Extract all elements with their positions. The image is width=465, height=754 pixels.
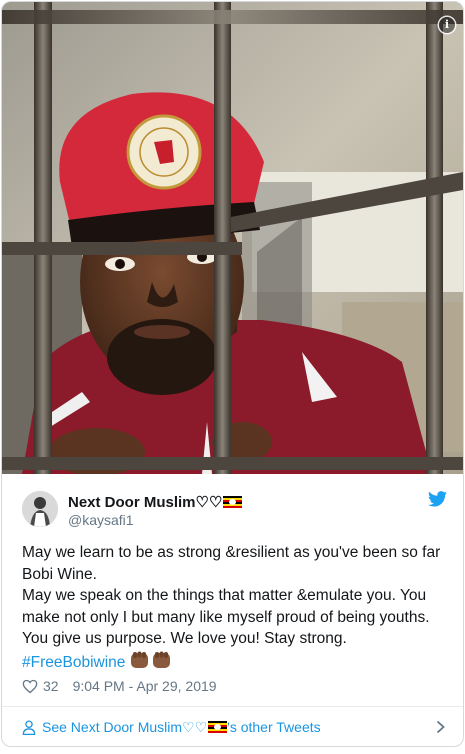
tweet-body: May we learn to be as strong &resilient … <box>22 544 441 648</box>
raised-fists-icon <box>131 651 171 668</box>
divider <box>2 706 463 707</box>
avatar[interactable] <box>22 491 58 527</box>
tweet-meta: 32 9:04 PM - Apr 29, 2019 <box>22 678 217 694</box>
display-name-text: Next Door Muslim♡♡ <box>68 494 223 511</box>
info-icon[interactable]: i <box>439 17 455 33</box>
twitter-bird-icon[interactable] <box>428 491 447 507</box>
uganda-flag-icon <box>223 496 243 508</box>
tweet-text: May we learn to be as strong &resilient … <box>22 542 447 674</box>
tweet-header: Next Door Muslim♡♡ @kaysafi1 <box>22 489 447 531</box>
tweet-photo[interactable]: i <box>2 2 463 474</box>
uganda-flag-icon <box>208 721 228 733</box>
hashtag-link[interactable]: #FreeBobiwine <box>22 654 125 671</box>
see-other-tweets-link[interactable]: See Next Door Muslim♡♡ 's other Tweets <box>22 716 447 738</box>
tweet-timestamp[interactable]: 9:04 PM - Apr 29, 2019 <box>73 678 217 694</box>
user-handle[interactable]: @kaysafi1 <box>68 512 134 528</box>
chevron-right-icon[interactable] <box>436 720 445 734</box>
embedded-tweet-card: i Next Door Muslim♡♡ @kaysafi1 May we le… <box>1 1 464 747</box>
see-other-tweets-prefix: See Next Door Muslim♡♡ <box>42 718 208 735</box>
see-other-tweets-suffix: 's other Tweets <box>227 719 321 735</box>
display-name[interactable]: Next Door Muslim♡♡ <box>68 493 243 511</box>
like-count[interactable]: 32 <box>43 678 59 694</box>
person-icon <box>22 719 36 735</box>
heart-icon[interactable] <box>22 679 38 694</box>
